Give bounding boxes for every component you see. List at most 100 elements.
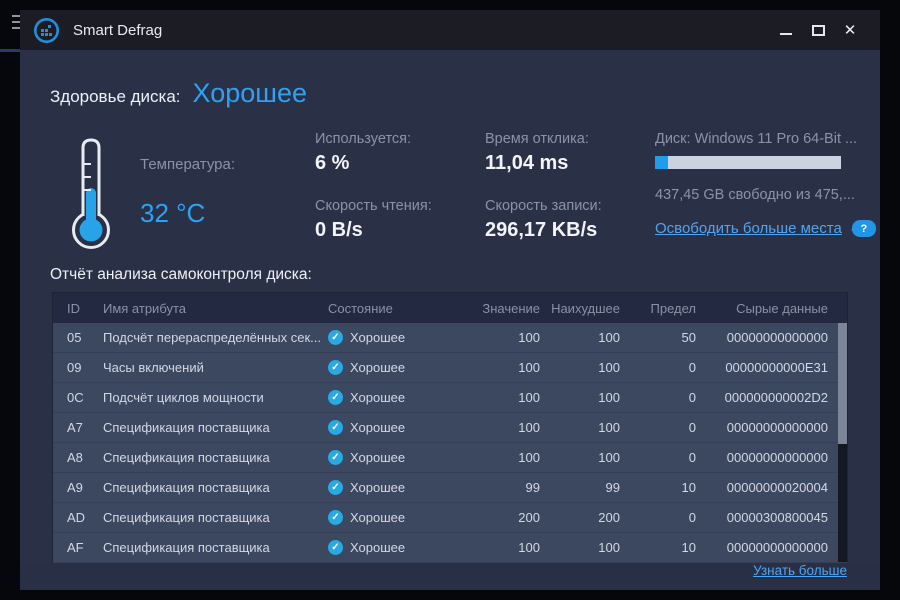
scrollbar-thumb[interactable] [838,323,847,444]
cell-id: A8 [67,450,83,465]
smart-report-table: ID Имя атрибута Состояние Значение Наиху… [52,292,848,563]
status-good-icon: ✓ [328,540,343,555]
disk-usage-fill [655,156,669,169]
screen: Smart Defrag ✕ Здоровье диска: Хорошее Т… [0,0,900,600]
col-header-id[interactable]: ID [53,301,103,316]
cell-worst: 100 [598,450,620,465]
col-header-threshold[interactable]: Предел [620,301,697,316]
cell-threshold: 50 [681,330,696,345]
cell-status: ✓ Хорошее [328,540,470,555]
col-header-attribute[interactable]: Имя атрибута [103,301,328,316]
status-text: Хорошее [350,540,406,555]
cell-attribute: Спецификация поставщика [103,420,270,435]
status-good-icon: ✓ [328,420,343,435]
status-good-icon: ✓ [328,360,343,375]
learn-more-link[interactable]: Узнать больше [753,563,847,578]
maximize-icon [811,24,825,36]
cell-value: 100 [518,420,540,435]
cell-value: 200 [518,510,540,525]
titlebar: Smart Defrag ✕ [20,10,880,50]
response-value: 11,04 ms [485,152,569,174]
cell-raw-data: 00000000000000 [726,540,828,555]
cell-raw-data: 00000300800045 [726,510,828,525]
table-row[interactable]: A9 Спецификация поставщика ✓ Хорошее 99 … [53,473,847,503]
table-row[interactable]: 0C Подсчёт циклов мощности ✓ Хорошее 100… [53,383,847,413]
cell-raw-data: 00000000000000 [726,450,828,465]
cell-status: ✓ Хорошее [328,510,470,525]
background-accent-line [0,49,20,52]
table-row[interactable]: 09 Часы включений ✓ Хорошее 100 100 0 00… [53,353,847,383]
free-up-space-link[interactable]: Освободить больше места [655,220,842,237]
cell-attribute: Спецификация поставщика [103,480,270,495]
cell-raw-data: 00000000000E31 [725,360,828,375]
status-good-icon: ✓ [328,390,343,405]
table-scrollbar [838,323,847,562]
col-header-status[interactable]: Состояние [328,301,470,316]
table-body: 05 Подсчёт перераспределённых сек... ✓ Х… [53,323,847,563]
cell-threshold: 0 [688,510,696,525]
cell-value: 100 [518,450,540,465]
cell-id: 05 [67,330,82,345]
col-header-worst[interactable]: Наихудшее [540,301,620,316]
status-text: Хорошее [350,510,406,525]
cell-status: ✓ Хорошее [328,480,470,495]
status-good-icon: ✓ [328,480,343,495]
cell-attribute: Спецификация поставщика [103,540,270,555]
col-header-raw[interactable]: Сырые данные [696,301,840,316]
app-title: Smart Defrag [73,21,163,39]
cell-value: 100 [518,360,540,375]
cell-status: ✓ Хорошее [328,330,470,345]
window-controls: ✕ [770,15,880,45]
disk-name-label: Диск: Windows 11 Pro 64-Bit ... [655,131,858,147]
cell-attribute: Спецификация поставщика [103,510,270,525]
hamburger-menu-icon[interactable] [12,15,20,31]
cell-value: 99 [525,480,540,495]
cell-id: A7 [67,420,83,435]
maximize-button[interactable] [802,15,834,45]
background-window-edge [0,0,20,600]
close-button[interactable]: ✕ [834,15,866,45]
minimize-icon [780,33,792,35]
status-text: Хорошее [350,360,406,375]
cell-attribute: Спецификация поставщика [103,450,270,465]
cell-status: ✓ Хорошее [328,450,470,465]
table-row[interactable]: 05 Подсчёт перераспределённых сек... ✓ Х… [53,323,847,353]
disk-free-space-label: 437,45 GB свободно из 475,... [655,187,855,203]
cell-threshold: 0 [688,450,696,465]
cell-attribute: Подсчёт перераспределённых сек... [103,330,321,345]
col-header-value[interactable]: Значение [470,301,540,316]
read-speed-value: 0 B/s [315,219,363,241]
help-icon[interactable]: ? [850,220,876,237]
cell-status: ✓ Хорошее [328,420,470,435]
cell-id: AF [67,540,84,555]
write-speed-value: 296,17 KB/s [485,219,598,241]
table-header: ID Имя атрибута Состояние Значение Наиху… [53,293,847,323]
write-speed-label: Скорость записи: [485,198,602,214]
cell-attribute: Подсчёт циклов мощности [103,390,264,405]
cell-threshold: 10 [681,480,696,495]
cell-value: 100 [518,390,540,405]
cell-id: 0C [67,390,84,405]
minimize-button[interactable] [770,15,802,45]
table-row[interactable]: A8 Спецификация поставщика ✓ Хорошее 100… [53,443,847,473]
app-logo-icon [34,17,59,43]
used-label: Используется: [315,131,412,147]
table-row[interactable]: AF Спецификация поставщика ✓ Хорошее 100… [53,533,847,563]
cell-value: 100 [518,330,540,345]
cell-id: 09 [67,360,82,375]
used-value: 6 % [315,152,350,174]
cell-raw-data: 00000000020004 [726,480,828,495]
table-row[interactable]: A7 Спецификация поставщика ✓ Хорошее 100… [53,413,847,443]
table-row[interactable]: AD Спецификация поставщика ✓ Хорошее 200… [53,503,847,533]
footer: Узнать больше [20,563,880,590]
cell-value: 100 [518,540,540,555]
main-content: Здоровье диска: Хорошее Температура: 32 … [20,50,880,563]
smart-defrag-window: Smart Defrag ✕ Здоровье диска: Хорошее Т… [20,10,880,590]
cell-worst: 100 [598,360,620,375]
cell-raw-data: 000000000002D2 [724,390,828,405]
status-text: Хорошее [350,330,406,345]
cell-attribute: Часы включений [103,360,204,375]
cell-threshold: 0 [688,390,696,405]
cell-threshold: 0 [688,420,696,435]
cell-worst: 100 [598,540,620,555]
